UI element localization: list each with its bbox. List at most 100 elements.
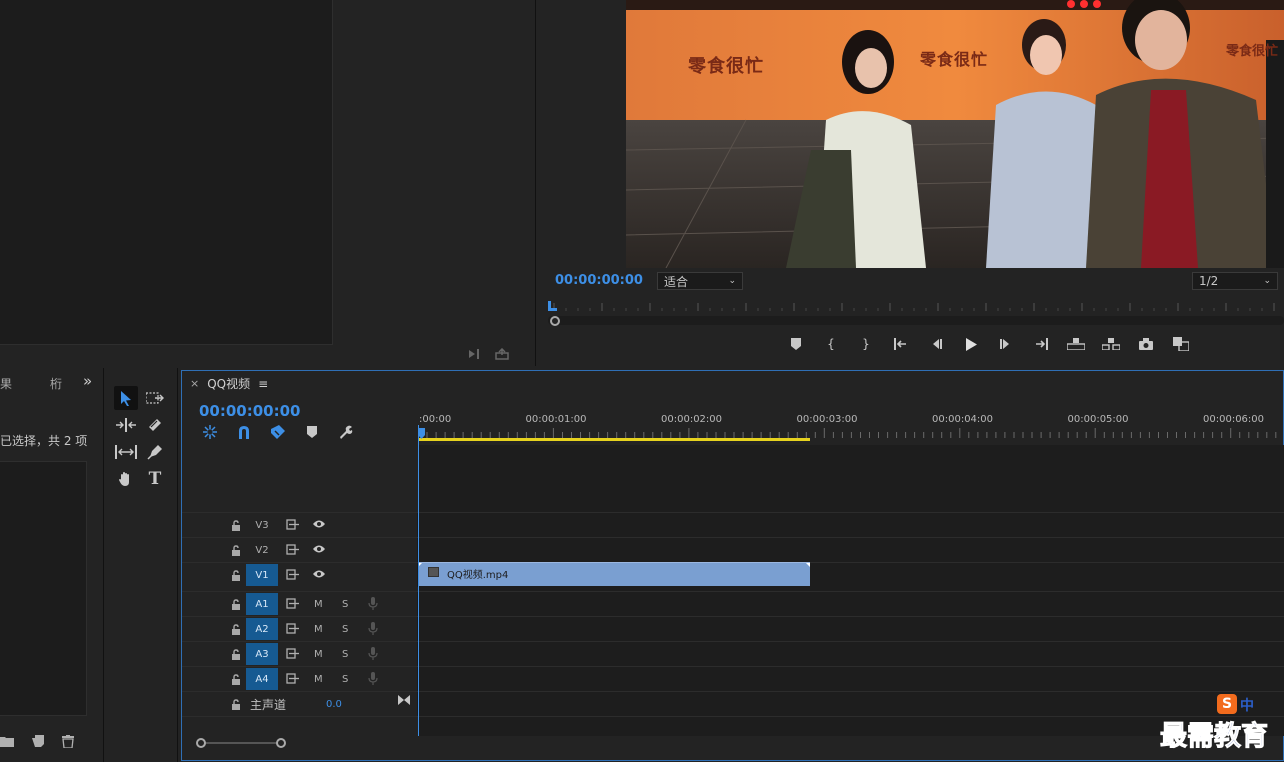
- master-volume-value[interactable]: 0.0: [326, 699, 342, 710]
- lock-icon[interactable]: [230, 519, 242, 531]
- lock-icon[interactable]: [230, 569, 242, 581]
- work-area-bar[interactable]: [418, 438, 810, 441]
- program-zoom-scrollbar[interactable]: [548, 316, 1284, 325]
- export-frame-icon[interactable]: [494, 347, 510, 361]
- sync-lock-icon[interactable]: [286, 569, 300, 581]
- lock-icon[interactable]: [230, 698, 242, 710]
- microphone-icon[interactable]: [368, 597, 378, 611]
- add-marker-icon[interactable]: [303, 424, 321, 440]
- project-tab-label[interactable]: 果: [0, 375, 12, 392]
- timeline-playhead-handle[interactable]: [418, 428, 425, 439]
- track-target-a2[interactable]: A2: [246, 618, 278, 640]
- linked-selection-icon[interactable]: [269, 424, 287, 440]
- camera-icon[interactable]: [1135, 334, 1157, 354]
- razor-tool-icon[interactable]: [143, 413, 167, 437]
- audio-track-header[interactable]: A1 M S: [182, 592, 418, 616]
- program-timecode[interactable]: 00:00:00:00: [555, 273, 643, 288]
- eye-icon[interactable]: [312, 569, 326, 581]
- new-item-icon[interactable]: [31, 734, 45, 748]
- mute-button[interactable]: M: [314, 624, 323, 635]
- tab-menu-icon[interactable]: ≡: [258, 377, 268, 391]
- slip-tool-icon[interactable]: [114, 440, 138, 464]
- program-playhead-marker[interactable]: [548, 301, 557, 311]
- lock-icon[interactable]: [230, 598, 242, 610]
- solo-button[interactable]: S: [342, 649, 348, 660]
- go-to-end-icon[interactable]: [398, 695, 410, 708]
- selection-tool-icon[interactable]: [114, 386, 138, 410]
- sync-lock-icon[interactable]: [286, 598, 300, 610]
- audio-track-header[interactable]: A3 M S: [182, 642, 418, 666]
- timeline-playhead[interactable]: [418, 425, 419, 736]
- video-track-header[interactable]: V3: [182, 513, 418, 537]
- lock-icon[interactable]: [230, 544, 242, 556]
- track-target-v2[interactable]: V2: [246, 539, 278, 561]
- eye-icon[interactable]: [312, 544, 326, 556]
- track-target-v1[interactable]: V1: [246, 564, 278, 586]
- mark-out-button[interactable]: }: [855, 334, 877, 354]
- microphone-icon[interactable]: [368, 647, 378, 661]
- track-target-a3[interactable]: A3: [246, 643, 278, 665]
- pen-tool-icon[interactable]: [143, 440, 167, 464]
- solo-button[interactable]: S: [342, 624, 348, 635]
- sync-lock-icon[interactable]: [286, 673, 300, 685]
- fit-zoom-select[interactable]: 适合 ⌄: [657, 272, 743, 290]
- solo-button[interactable]: S: [342, 674, 348, 685]
- mute-button[interactable]: M: [314, 649, 323, 660]
- ripple-edit-tool-icon[interactable]: [114, 413, 138, 437]
- sync-lock-icon[interactable]: [286, 648, 300, 660]
- insert-clip-icon[interactable]: [467, 347, 483, 361]
- sync-lock-icon[interactable]: [286, 544, 300, 556]
- solo-button[interactable]: S: [342, 599, 348, 610]
- timeline-sequence-tab[interactable]: × QQ视频 ≡: [190, 375, 268, 392]
- master-track-header[interactable]: 主声道 0.0: [182, 692, 418, 716]
- video-clip[interactable]: QQ视频.mp4: [418, 562, 810, 586]
- eye-icon[interactable]: [312, 519, 326, 531]
- go-to-in-button[interactable]: [890, 334, 912, 354]
- scroll-handle-right[interactable]: [276, 738, 286, 748]
- track-target-a4[interactable]: A4: [246, 668, 278, 690]
- microphone-icon[interactable]: [368, 672, 378, 686]
- hand-tool-icon[interactable]: [114, 467, 138, 491]
- lock-icon[interactable]: [230, 673, 242, 685]
- folder-icon[interactable]: [0, 734, 14, 748]
- lock-icon[interactable]: [230, 623, 242, 635]
- video-track-header[interactable]: V2: [182, 538, 418, 562]
- wrench-icon[interactable]: [337, 424, 355, 440]
- extract-button[interactable]: [1100, 334, 1122, 354]
- add-marker-button[interactable]: [785, 334, 807, 354]
- mark-in-button[interactable]: {: [820, 334, 842, 354]
- program-time-ruler[interactable]: [548, 300, 1284, 312]
- project-item-list[interactable]: [0, 461, 87, 716]
- timeline-timecode[interactable]: 00:00:00:00: [199, 402, 301, 420]
- step-forward-button[interactable]: [995, 334, 1017, 354]
- track-select-tool-icon[interactable]: [143, 386, 167, 410]
- panel-overflow-button[interactable]: »: [83, 372, 92, 390]
- video-track-header[interactable]: V1: [182, 563, 418, 587]
- timeline-zoom-scrollbar[interactable]: [196, 736, 1284, 750]
- sync-lock-icon[interactable]: [286, 519, 300, 531]
- track-target-v3[interactable]: V3: [246, 514, 278, 536]
- close-tab-icon[interactable]: ×: [190, 377, 199, 390]
- audio-track-header[interactable]: A4 M S: [182, 667, 418, 691]
- sync-lock-icon[interactable]: [286, 623, 300, 635]
- project-tab-label-2[interactable]: 桁: [50, 375, 62, 392]
- scroll-handle-left[interactable]: [196, 738, 206, 748]
- audio-track-header[interactable]: A2 M S: [182, 617, 418, 641]
- trash-icon[interactable]: [61, 734, 75, 748]
- track-target-a1[interactable]: A1: [246, 593, 278, 615]
- step-back-button[interactable]: [925, 334, 947, 354]
- nest-toggle-icon[interactable]: [201, 424, 219, 440]
- playback-resolution-select[interactable]: 1/2 ⌄: [1192, 272, 1278, 290]
- snap-magnet-icon[interactable]: [235, 424, 253, 440]
- timeline-toolbar: [201, 424, 355, 440]
- play-button[interactable]: [960, 334, 982, 354]
- mute-button[interactable]: M: [314, 599, 323, 610]
- lift-button[interactable]: [1065, 334, 1087, 354]
- go-to-out-button[interactable]: [1030, 334, 1052, 354]
- type-tool-icon[interactable]: T: [143, 467, 167, 491]
- microphone-icon[interactable]: [368, 622, 378, 636]
- mute-button[interactable]: M: [314, 674, 323, 685]
- comparison-view-button[interactable]: [1170, 334, 1192, 354]
- program-scroll-handle[interactable]: [550, 316, 560, 326]
- lock-icon[interactable]: [230, 648, 242, 660]
